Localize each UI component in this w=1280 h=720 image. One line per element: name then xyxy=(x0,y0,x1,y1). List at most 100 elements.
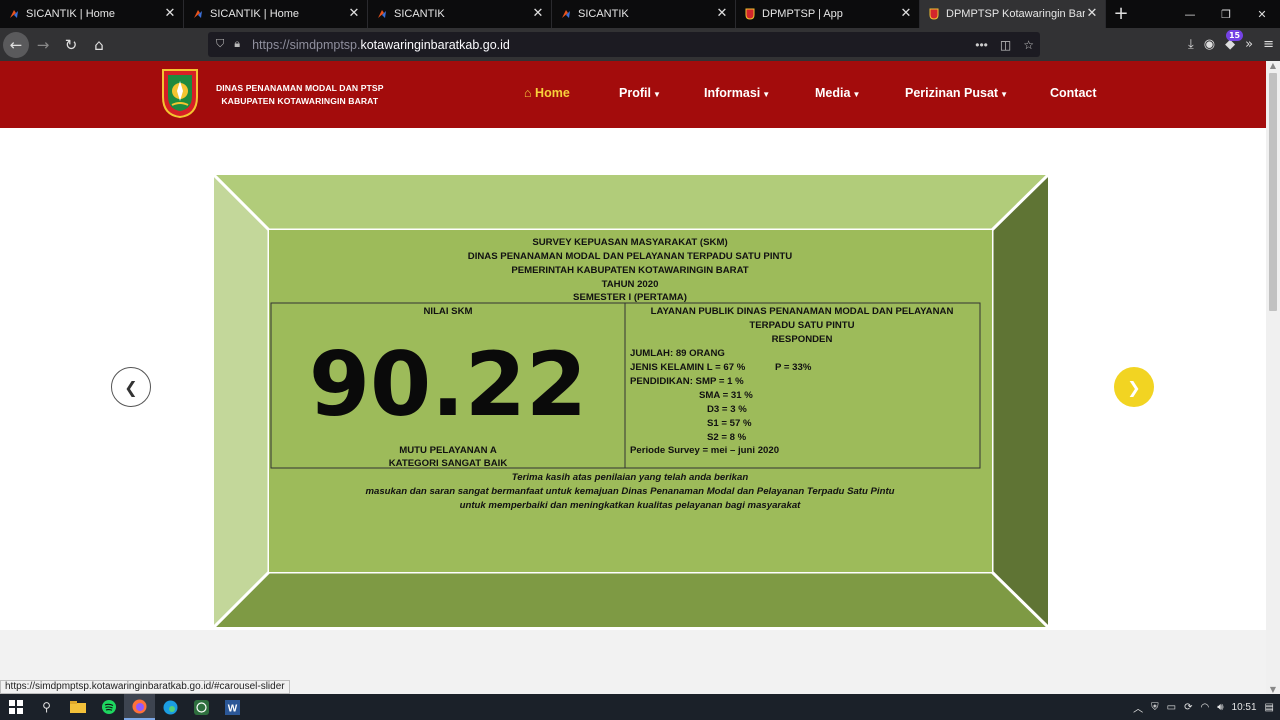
dpmptsp-favicon xyxy=(929,8,939,20)
caret-down-icon: ▼ xyxy=(852,90,861,99)
svg-text:W: W xyxy=(228,703,238,714)
back-button[interactable]: ← xyxy=(3,31,29,58)
menu-label: Contact xyxy=(1050,86,1097,100)
volume-icon[interactable]: 🔊︎ xyxy=(1217,702,1223,713)
tab-title: DPMPTSP | App xyxy=(762,8,843,20)
page-actions-icon[interactable]: ••• xyxy=(975,38,988,52)
scroll-down-icon[interactable]: ▼ xyxy=(1266,685,1280,694)
link-status-overlay: https://simdpmptsp.kotawaringinbaratkab.… xyxy=(0,680,290,694)
browser-tab[interactable]: SICANTIK | Home ✕ xyxy=(184,0,368,28)
menu-item-contact[interactable]: Contact xyxy=(1050,86,1097,100)
search-icon[interactable]: ⚲ xyxy=(31,694,62,720)
stat-s2: S2 = 8 % xyxy=(707,432,747,443)
stat-periode: Periode Survey = mei – juni 2020 xyxy=(630,445,779,456)
sicantik-favicon xyxy=(562,10,570,18)
arrow-left-icon: ← xyxy=(9,35,23,54)
windows-start-icon[interactable] xyxy=(0,694,31,720)
responden-header-line: TERPADU SATU PINTU xyxy=(749,320,854,331)
minimize-icon[interactable]: — xyxy=(1172,0,1208,28)
clock-time[interactable]: 10:51 xyxy=(1232,702,1257,713)
thanks-line: untuk memperbaiki dan meningkatkan kuali… xyxy=(460,500,802,511)
dpmptsp-favicon xyxy=(745,8,755,20)
browser-tab-active[interactable]: DPMPTSP Kotawaringin Barat ✕ xyxy=(920,0,1106,28)
menu-item-informasi[interactable]: Informasi ▼ xyxy=(704,86,770,100)
new-tab-button[interactable]: + xyxy=(1106,0,1136,28)
browser-tab[interactable]: SICANTIK | Home ✕ xyxy=(0,0,184,28)
menu-item-media[interactable]: Media ▼ xyxy=(815,86,860,100)
menu-label: Perizinan Pusat xyxy=(905,86,999,100)
home-button[interactable]: ⌂ xyxy=(85,31,113,59)
reload-button[interactable]: ↻ xyxy=(57,31,85,59)
account-icon[interactable]: ◉ xyxy=(1204,37,1215,52)
stat-pendidikan-smp: PENDIDIKAN: SMP = 1 % xyxy=(630,376,744,387)
stat-jumlah: JUMLAH: 89 ORANG xyxy=(630,348,725,359)
edge-icon[interactable] xyxy=(155,694,186,720)
nilai-skm-label: NILAI SKM xyxy=(423,306,472,317)
close-icon[interactable]: ✕ xyxy=(899,7,913,21)
menu-icon[interactable]: ≡ xyxy=(1263,37,1274,52)
menu-label: Informasi xyxy=(704,86,761,100)
menu-item-profil[interactable]: Profil ▼ xyxy=(619,86,661,100)
close-icon[interactable]: ✕ xyxy=(531,7,545,21)
scroll-up-icon[interactable]: ▲ xyxy=(1266,61,1280,70)
scrollbar-thumb[interactable] xyxy=(1269,73,1277,311)
stat-s1: S1 = 57 % xyxy=(707,418,752,429)
close-window-icon[interactable]: ✕ xyxy=(1244,0,1280,28)
site-header: DINAS PENANAMAN MODAL DAN PTSP KABUPATEN… xyxy=(0,61,1266,128)
menu-label: Profil xyxy=(619,86,651,100)
carousel-next-button[interactable]: ❯ xyxy=(1114,367,1154,407)
survey-title-line: SEMESTER I (PERTAMA) xyxy=(573,292,687,303)
whatsapp-icon[interactable] xyxy=(186,694,217,720)
downloads-icon[interactable]: ⤓ xyxy=(1188,37,1194,52)
close-icon[interactable]: ✕ xyxy=(163,7,177,21)
quality-line: KATEGORI SANGAT BAIK xyxy=(389,458,508,469)
page-scrollbar[interactable]: ▲ ▼ xyxy=(1266,61,1280,694)
thanks-line: Terima kasih atas penilaian yang telah a… xyxy=(512,472,749,483)
update-icon[interactable]: ⟳ xyxy=(1184,702,1192,713)
menu-item-home[interactable]: ⌂ Home xyxy=(524,86,570,100)
close-icon[interactable]: ✕ xyxy=(347,7,361,21)
word-icon[interactable]: W xyxy=(217,694,248,720)
file-explorer-icon[interactable] xyxy=(62,694,93,720)
carousel-slider: SURVEY KEPUASAN MASYARAKAT (SKM) DINAS P… xyxy=(0,128,1266,629)
stat-d3: D3 = 3 % xyxy=(707,404,747,415)
security-shield-icon[interactable]: ⛨ xyxy=(1151,702,1159,713)
stat-sma: SMA = 31 % xyxy=(699,390,753,401)
extension-icon[interactable]: ◆ 15 xyxy=(1225,30,1244,52)
brand-line1: DINAS PENANAMAN MODAL DAN PTSP xyxy=(216,83,384,93)
spotify-icon[interactable] xyxy=(93,694,124,720)
caret-down-icon: ▼ xyxy=(1000,90,1009,99)
browser-tab[interactable]: SICANTIK ✕ xyxy=(368,0,552,28)
bookmark-star-icon[interactable]: ☆ xyxy=(1023,38,1034,52)
close-icon[interactable]: ✕ xyxy=(715,7,729,21)
firefox-icon[interactable] xyxy=(124,694,155,720)
menu-item-perizinan-pusat[interactable]: Perizinan Pusat ▼ xyxy=(905,86,1008,100)
kotawaringin-barat-logo[interactable] xyxy=(160,67,200,119)
forward-button[interactable]: → xyxy=(29,31,57,59)
notification-icon[interactable]: ▤ xyxy=(1265,702,1274,713)
pocket-icon[interactable]: ◫ xyxy=(1000,38,1011,52)
thanks-line: masukan dan saran sangat bermanfaat untu… xyxy=(365,486,894,497)
stat-jenis-kelamin: JENIS KELAMIN L = 67 % xyxy=(630,362,746,373)
menu-label: Media xyxy=(815,86,851,100)
restore-icon[interactable]: ❐ xyxy=(1208,0,1244,28)
tracking-shield-icon[interactable]: ⛉ xyxy=(216,38,224,51)
overflow-chevron-icon[interactable]: » xyxy=(1245,37,1253,52)
carousel-prev-button[interactable]: ❮ xyxy=(111,367,151,407)
battery-icon[interactable]: ▭ xyxy=(1167,702,1176,713)
address-bar[interactable]: ⛉ 🔒︎ https://simdpmptsp. kotawaringinbara… xyxy=(208,32,1040,57)
wifi-icon[interactable]: ◠ xyxy=(1200,702,1209,713)
window-controls: — ❐ ✕ xyxy=(1172,0,1280,28)
sicantik-favicon xyxy=(194,10,202,18)
browser-tab[interactable]: DPMPTSP | App ✕ xyxy=(736,0,920,28)
chevron-right-icon: ❯ xyxy=(1127,377,1141,397)
url-protocol: https://simdpmptsp. xyxy=(252,37,361,52)
site-brand[interactable]: DINAS PENANAMAN MODAL DAN PTSP KABUPATEN… xyxy=(216,82,384,108)
browser-tab[interactable]: SICANTIK ✕ xyxy=(552,0,736,28)
close-icon[interactable]: ✕ xyxy=(1085,7,1099,21)
tray-chevron-up-icon[interactable]: ︿ xyxy=(1133,700,1143,715)
brand-line2: KABUPATEN KOTAWARINGIN BARAT xyxy=(221,96,379,106)
lock-icon[interactable]: 🔒︎ xyxy=(234,38,240,51)
home-icon: ⌂ xyxy=(524,86,532,100)
responden-header-line: RESPONDEN xyxy=(772,334,833,345)
